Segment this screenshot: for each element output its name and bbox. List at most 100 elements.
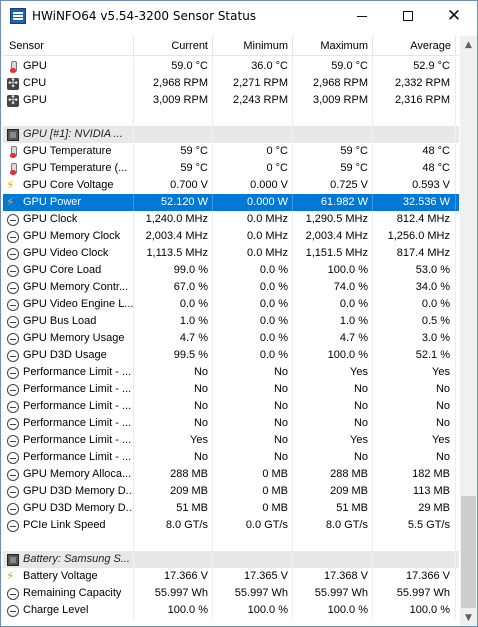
- bolt-icon: [6, 194, 19, 211]
- sensor-row[interactable]: GPU D3D Memory D... 51 MB 0 MB 51 MB 29 MB: [3, 500, 459, 517]
- sensor-row[interactable]: GPU Temperature 59 °C 0 °C 59 °C 48 °C: [3, 143, 459, 160]
- sensor-row[interactable]: Performance Limit - ... No No No No: [3, 415, 459, 432]
- sensor-row[interactable]: GPU Power 52.120 W0.000 W61.982 W32.536 W: [3, 194, 459, 211]
- sensor-name: GPU Memory Usage: [23, 332, 125, 344]
- sensor-name-cell: GPU Video Clock: [3, 245, 134, 262]
- sensor-name: Remaining Capacity: [23, 587, 122, 599]
- thermometer-icon: [7, 162, 19, 175]
- average-value: Yes: [373, 432, 456, 449]
- sensor-row[interactable]: GPU 59.0 °C 36.0 °C 59.0 °C 52.9 °C: [3, 58, 459, 75]
- sensor-row[interactable]: GPU D3D Memory D... 209 MB 0 MB 209 MB 113 M…: [3, 483, 459, 500]
- bolt-icon: [6, 177, 19, 194]
- maximum-value: Yes: [293, 432, 373, 449]
- sensor-row[interactable]: Remaining Capacity 55.997 Wh 55.997 Wh 55.9…: [3, 585, 459, 602]
- sensor-row[interactable]: GPU Memory Usage 4.7 % 0.0 % 4.7 % 3.0 %: [3, 330, 459, 347]
- column-header-current[interactable]: Current: [134, 36, 213, 56]
- minimum-value: 0.0 %: [213, 313, 293, 330]
- sensor-row[interactable]: GPU Temperature (... 59 °C 0 °C 59 °C 48 °C: [3, 160, 459, 177]
- sensor-name-cell: GPU [#1]: NVIDIA ...: [3, 126, 134, 143]
- sensor-name-cell: GPU Clock: [3, 211, 134, 228]
- sensor-name-cell: GPU Bus Load: [3, 313, 134, 330]
- sensor-name-cell: Performance Limit - ...: [3, 364, 134, 381]
- sensor-row[interactable]: Charge Level 100.0 % 100.0 % 100.0 % 100.0 %: [3, 602, 459, 619]
- current-value: 17.366 V: [134, 568, 213, 585]
- gauge-icon: [7, 604, 19, 617]
- maximize-button[interactable]: [385, 1, 431, 31]
- sensor-row[interactable]: GPU Core Voltage 0.700 V0.000 V0.725 V0.5…: [3, 177, 459, 194]
- hwinfo-app-icon: [10, 8, 26, 24]
- scroll-down-button[interactable]: ▼: [460, 609, 477, 626]
- sensor-name: GPU Memory Contr...: [23, 281, 129, 293]
- sensor-name: Performance Limit - ...: [23, 451, 132, 463]
- sensor-row[interactable]: GPU Memory Contr... 67.0 % 0.0 % 74.0 % 34.0…: [3, 279, 459, 296]
- average-value: 817.4 MHz: [373, 245, 456, 262]
- sensor-row[interactable]: Performance Limit - ... Yes No Yes Yes: [3, 432, 459, 449]
- sensor-row[interactable]: Performance Limit - ... No No Yes Yes: [3, 364, 459, 381]
- minimum-value: No: [213, 398, 293, 415]
- close-button[interactable]: ✕: [431, 1, 477, 31]
- sensor-row[interactable]: GPU Video Clock 1,113.5 MHz 0.0 MHz 1,151.5…: [3, 245, 459, 262]
- minimum-value: 2,271 RPM: [213, 75, 293, 92]
- minimize-button[interactable]: [339, 1, 385, 31]
- sensor-name-cell: GPU D3D Usage: [3, 347, 134, 364]
- maximum-value: 0.0 %: [293, 296, 373, 313]
- sensor-group-header[interactable]: GPU [#1]: NVIDIA ...: [3, 126, 459, 143]
- minimum-value: No: [213, 381, 293, 398]
- column-header-minimum[interactable]: Minimum: [213, 36, 293, 56]
- sensor-row[interactable]: GPU Memory Alloca... 288 MB 0 MB 288 MB 182 …: [3, 466, 459, 483]
- maximum-value: 74.0 %: [293, 279, 373, 296]
- sensor-row[interactable]: CPU2,968 RPM2,271 RPM2,968 RPM2,332 RPM: [3, 75, 459, 92]
- scrollbar-thumb[interactable]: [461, 496, 476, 608]
- column-header-maximum[interactable]: Maximum: [293, 36, 373, 56]
- sensor-row[interactable]: GPU Clock 1,240.0 MHz 0.0 MHz 1,290.5 MHz 81…: [3, 211, 459, 228]
- window-title: HWiNFO64 v5.54-3200 Sensor Status: [32, 9, 257, 23]
- current-value: 67.0 %: [134, 279, 213, 296]
- sensor-name: GPU Video Engine L...: [23, 298, 133, 310]
- sensor-name-cell: GPU Core Voltage: [3, 177, 134, 194]
- minimum-value: 0.000 V: [213, 177, 293, 194]
- minimum-value: [213, 126, 293, 143]
- current-value: No: [134, 381, 213, 398]
- maximum-value: 8.0 GT/s: [293, 517, 373, 534]
- scroll-up-button[interactable]: ▲: [460, 36, 477, 53]
- sensor-group-header[interactable]: Battery: Samsung S...: [3, 551, 459, 568]
- sensor-row[interactable]: GPU Core Load 99.0 % 0.0 % 100.0 % 53.0 %: [3, 262, 459, 279]
- gauge-icon: [7, 213, 19, 226]
- average-value: [373, 109, 456, 126]
- minimum-value: 0.000 W: [213, 194, 293, 211]
- minimum-value: 0 MB: [213, 500, 293, 517]
- hwinfo-window: HWiNFO64 v5.54-3200 Sensor Status ✕ Sens…: [0, 0, 478, 627]
- sensor-name-cell: GPU Temperature (...: [3, 160, 134, 177]
- average-value: 17.366 V: [373, 568, 456, 585]
- sensor-row[interactable]: GPU3,009 RPM2,243 RPM3,009 RPM2,316 RPM: [3, 92, 459, 109]
- sensor-row[interactable]: GPU Video Engine L... 0.0 % 0.0 % 0.0 % 0.0 …: [3, 296, 459, 313]
- current-value: 1,240.0 MHz: [134, 211, 213, 228]
- minimum-value: 2,243 RPM: [213, 92, 293, 109]
- sensor-row[interactable]: Performance Limit - ... No No No No: [3, 398, 459, 415]
- sensor-row[interactable]: Performance Limit - ... No No No No: [3, 449, 459, 466]
- sensor-row[interactable]: GPU Memory Clock 2,003.4 MHz 0.0 MHz 2,003.…: [3, 228, 459, 245]
- column-header-sensor[interactable]: Sensor: [3, 36, 134, 56]
- sensor-name-cell: GPU: [3, 92, 134, 109]
- vertical-scrollbar[interactable]: ▲ ▼: [460, 36, 477, 626]
- sensor-row[interactable]: GPU Bus Load 1.0 % 0.0 % 1.0 % 0.5 %: [3, 313, 459, 330]
- average-value: 55.997 Wh: [373, 585, 456, 602]
- column-header: Sensor Current Minimum Maximum Average: [3, 36, 459, 56]
- minimum-value: 0.0 %: [213, 279, 293, 296]
- sensor-name: GPU D3D Memory D...: [23, 485, 133, 497]
- current-value: 2,003.4 MHz: [134, 228, 213, 245]
- title-bar[interactable]: HWiNFO64 v5.54-3200 Sensor Status ✕: [1, 1, 477, 31]
- column-header-average[interactable]: Average: [373, 36, 456, 56]
- sensor-row[interactable]: Performance Limit - ... No No No No: [3, 381, 459, 398]
- minimum-value: No: [213, 449, 293, 466]
- sensor-row[interactable]: Battery Voltage17.366 V17.365 V17.368 V1…: [3, 568, 459, 585]
- maximum-value: 2,003.4 MHz: [293, 228, 373, 245]
- sensor-row[interactable]: PCIe Link Speed 8.0 GT/s 0.0 GT/s 8.0 GT/s 5…: [3, 517, 459, 534]
- sensor-row[interactable]: GPU D3D Usage 99.5 % 0.0 % 100.0 % 52.1 %: [3, 347, 459, 364]
- maximum-value: 59 °C: [293, 143, 373, 160]
- maximum-value: 100.0 %: [293, 347, 373, 364]
- sensor-name: PCIe Link Speed: [23, 519, 106, 531]
- sensor-name-cell: GPU Memory Usage: [3, 330, 134, 347]
- current-value: Yes: [134, 432, 213, 449]
- sensor-name-cell: Charge Level: [3, 602, 134, 619]
